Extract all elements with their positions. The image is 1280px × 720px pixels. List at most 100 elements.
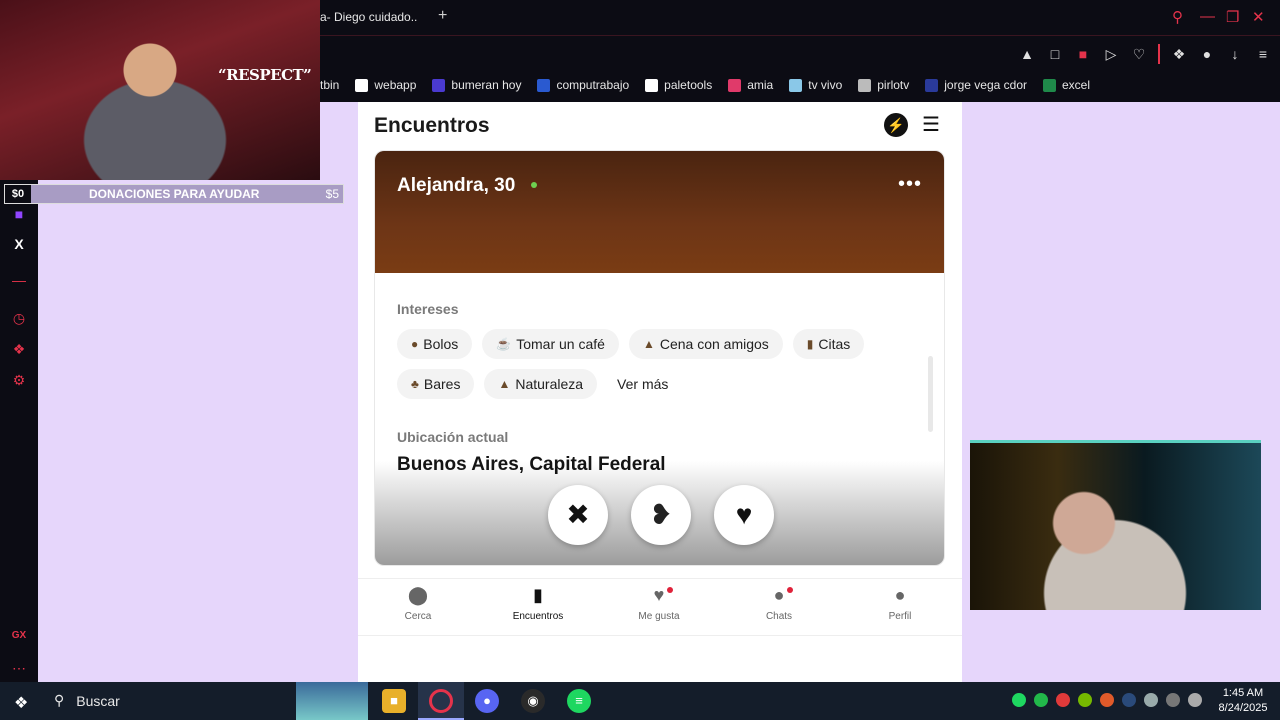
nav-glyph: ● [894,585,906,605]
nav-label: Perfil [888,611,912,622]
bookmark-label: pirlotv [877,78,910,92]
more-icon[interactable]: ⋯ [10,660,28,677]
x-icon[interactable]: X [10,236,28,252]
interest-chip[interactable]: ▲ Naturaleza [484,369,598,399]
app-tray-icon[interactable] [1056,693,1070,707]
discord-icon[interactable]: ● [475,689,499,713]
crush-button[interactable]: ❥ [631,485,691,545]
app-tray-icon[interactable] [1100,693,1114,707]
nav-item-me-gusta[interactable]: ♥ Me gusta [609,585,709,622]
extensions-icon[interactable]: ❖ [1170,46,1188,63]
donations-current: $0 [5,185,31,203]
bookmark-item[interactable]: webapp [355,78,416,92]
nav-glyph: ⬤ [407,585,429,605]
bookmark-item[interactable]: jorge vega cdor [925,78,1027,92]
tab-strip: a- Diego cuidado.. + ⚲ — ❐ ✕ [320,0,1280,36]
obs-icon[interactable]: ◉ [521,689,545,713]
bookmark-item[interactable]: paletools [645,78,712,92]
bookmark-icon [728,78,742,92]
interest-chip[interactable]: ▮ Citas [792,329,865,359]
steam-icon[interactable] [1122,693,1136,707]
interests-title: Intereses [397,301,459,317]
play-icon[interactable]: ▷ [1102,46,1120,63]
bookmark-item[interactable]: computrabajo [537,78,629,92]
shield-icon[interactable]: ■ [1074,46,1092,62]
nav-item-encuentros[interactable]: ▮ Encuentros [488,585,588,622]
bookmarks-bar: tbin webapp bumeran hoy computrabajo paletoo… [320,75,1090,95]
spotify-tray-icon[interactable] [1012,693,1026,707]
app-tray-icon[interactable] [1034,693,1048,707]
scrollbar[interactable] [928,356,933,432]
pass-button[interactable]: ✖ [548,485,608,545]
location-title: Ubicación actual [397,429,509,445]
nav-item-cerca[interactable]: ⬤ Cerca [368,585,468,622]
taskbar-search[interactable]: ⚲ Buscar [54,692,120,709]
download-icon[interactable]: ↓ [1226,46,1244,62]
chat-bubble-icon: ● [729,585,829,609]
history-icon[interactable]: ◷ [10,310,28,327]
tree-icon: ▲ [498,377,511,391]
pin-icon[interactable]: ▲ [1018,46,1036,62]
profile-icon[interactable]: ● [1198,46,1216,62]
minimize-icon[interactable]: — [1200,8,1215,25]
taskbar-clock[interactable]: 1:45 AM 8/24/2025 [1214,686,1272,716]
bookmark-item[interactable]: pirlotv [858,78,909,92]
settings-icon[interactable]: ⚙ [10,372,28,389]
bookmark-item[interactable]: excel [1042,78,1090,92]
snapshot-icon[interactable]: □ [1046,46,1064,62]
nvidia-icon[interactable] [1078,693,1092,707]
spotify-icon[interactable]: ≡ [567,689,591,713]
bookmark-item[interactable]: bumeran hoy [432,78,521,92]
nav-item-chats[interactable]: ● Chats [729,585,829,622]
bookmark-label: excel [1061,78,1090,92]
menu-icon[interactable]: ≡ [1254,46,1272,62]
maximize-icon[interactable]: ❐ [1226,8,1239,26]
heart-icon[interactable]: ♡ [1130,46,1148,63]
windows-start-icon[interactable]: ❖ [14,693,28,713]
boost-icon[interactable]: ⚡ [884,113,908,137]
gx-icon[interactable]: GX [10,630,28,641]
profile-photo[interactable] [375,151,944,273]
new-tab-button[interactable]: + [438,7,447,25]
donations-title: DONACIONES PARA AYUDAR [89,187,260,201]
file-explorer-icon[interactable]: ■ [382,689,406,713]
filters-icon[interactable]: ☰ [922,112,940,137]
twitch-icon[interactable]: ■ [10,206,28,222]
interest-chip[interactable]: ● Bolos [397,329,473,359]
nav-item-perfil[interactable]: ● Perfil [850,585,950,622]
app-tray-icon[interactable] [1166,693,1180,707]
tab-active[interactable]: a- Diego cuidado.. [320,10,417,24]
interest-chip[interactable]: ▲ Cena con amigos [628,329,783,359]
nav-glyph: ♥ [653,585,665,605]
volume-icon[interactable] [1188,693,1202,707]
interest-label: Bolos [423,336,459,352]
more-options-button[interactable]: ••• [898,173,922,196]
bookmark-item[interactable]: amia [728,78,773,92]
divider-icon: — [12,272,26,288]
see-more-link[interactable]: Ver más [607,369,678,399]
like-button[interactable]: ♥ [714,485,774,545]
system-tray [1012,693,1202,707]
search-icon: ⚲ [54,692,65,708]
network-icon[interactable] [1144,693,1158,707]
nav-glyph: ● [773,585,785,605]
notification-badge [667,587,673,593]
bookmark-item[interactable]: tbin [320,78,339,92]
search-label: Buscar [76,692,120,709]
interest-chip[interactable]: ♣ Bares [397,369,475,399]
bookmark-icon [858,78,872,92]
bookmark-item[interactable]: tv vivo [789,78,842,92]
cards-icon: ▮ [488,585,588,609]
close-icon[interactable]: ✕ [1252,8,1265,26]
person-icon: ● [850,585,950,609]
bottom-navigation: ⬤ Cerca ▮ Encuentros ♥ Me gusta ● Chats ● Perfil [358,578,962,636]
donations-bar: $0 DONACIONES PARA AYUDAR $5 [4,184,344,204]
opera-gx-icon[interactable] [429,689,453,713]
nav-label: Chats [765,611,793,622]
interest-chip[interactable]: ☕ Tomar un café [482,329,619,359]
interest-label: Bares [423,376,461,392]
toolbar-icons: ▲ □ ■ ▷ ♡ ❖ ● ↓ ≡ [1018,44,1272,64]
extensions-icon[interactable]: ❖ [10,341,28,358]
webcam-overlay-bottom [970,440,1261,610]
search-icon[interactable]: ⚲ [1172,8,1183,26]
